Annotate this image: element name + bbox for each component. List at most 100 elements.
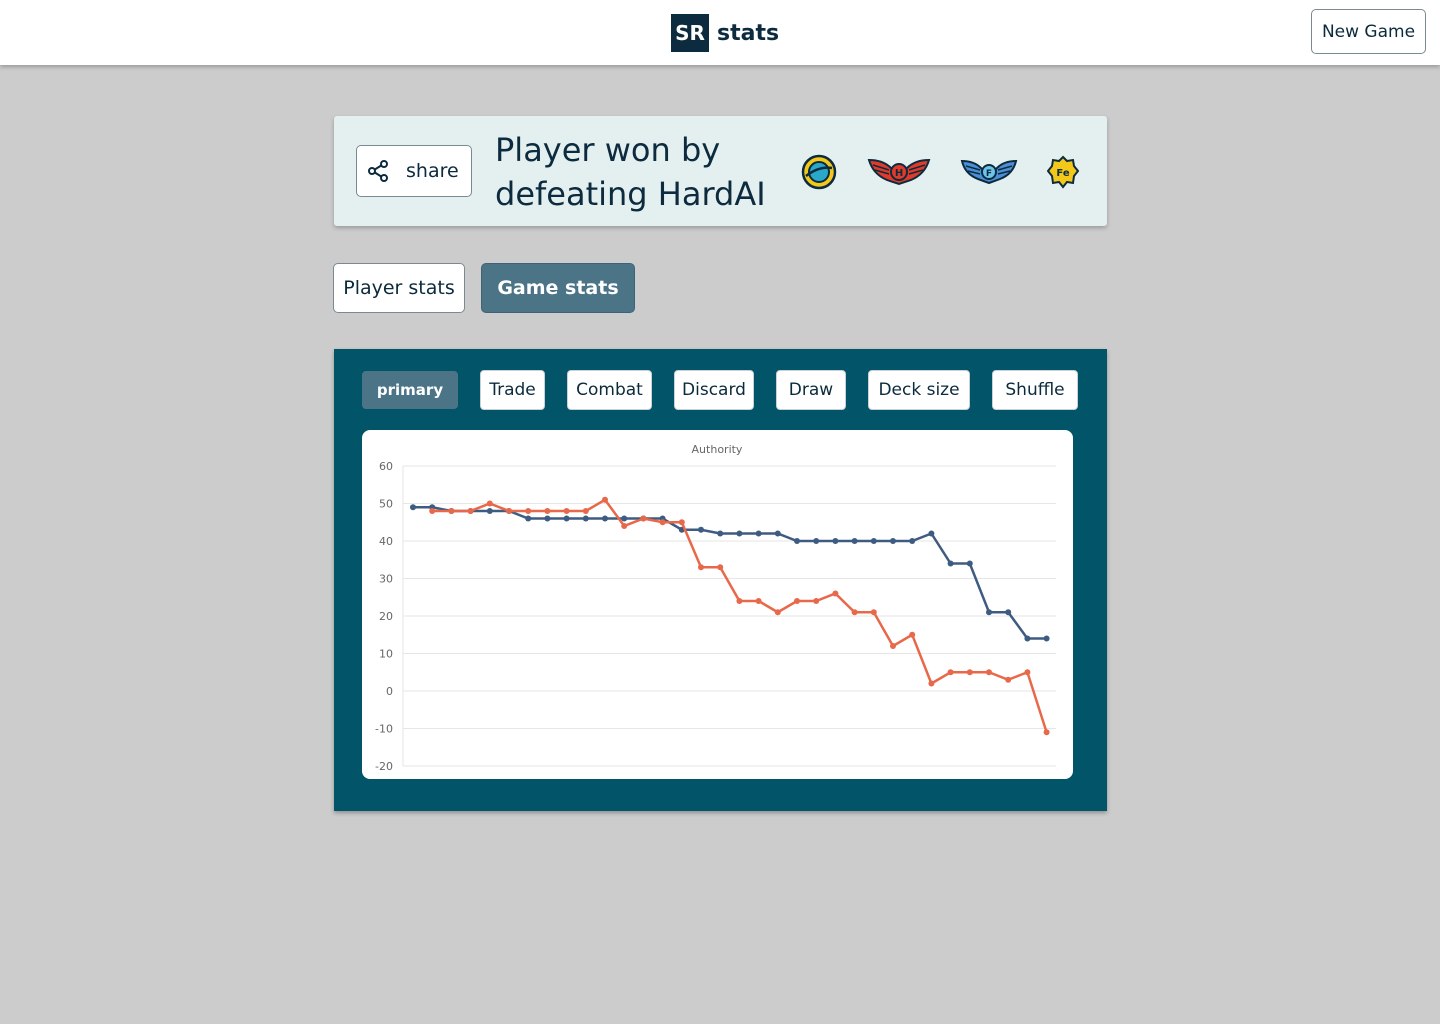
data-point[interactable] [870,538,877,544]
data-point[interactable] [832,590,839,597]
data-point[interactable] [1043,635,1050,642]
share-icon [367,160,389,182]
data-point[interactable] [525,515,532,522]
data-point[interactable] [1005,676,1012,683]
data-point[interactable] [986,669,992,676]
authority-chart: 60 50 40 30 20 10 0 -10 -20 Authority [362,430,1073,779]
y-tick-label: -20 [375,760,393,773]
data-point[interactable] [947,669,954,676]
data-point[interactable] [909,631,916,638]
data-point[interactable] [621,523,628,529]
star-empire-icon: H [867,156,931,190]
y-tick-label: -10 [375,723,393,736]
data-point[interactable] [813,538,820,544]
data-point[interactable] [851,609,858,616]
data-point[interactable] [928,530,935,537]
data-point[interactable] [1005,609,1012,616]
sub-tab-shuffle[interactable]: Shuffle [992,370,1078,410]
data-point[interactable] [794,538,800,544]
game-result-card: share Player won by defeating HardAI H F… [334,116,1107,226]
data-point[interactable] [736,598,743,604]
data-point[interactable] [1024,669,1031,676]
sub-tab-combat[interactable]: Combat [567,370,652,410]
data-point[interactable] [717,530,724,537]
data-point[interactable] [486,500,493,507]
data-point[interactable] [966,669,973,676]
data-point[interactable] [525,508,532,514]
data-point[interactable] [1043,729,1050,736]
data-point[interactable] [928,680,935,687]
data-point[interactable] [640,515,647,522]
data-point[interactable] [870,609,877,616]
data-point[interactable] [986,609,992,616]
data-point[interactable] [947,560,954,567]
data-point[interactable] [448,508,455,514]
data-point[interactable] [698,564,704,571]
data-point[interactable] [794,598,800,604]
series-line-1 [413,506,1047,640]
data-point[interactable] [755,598,762,604]
data-point[interactable] [698,526,704,533]
trade-federation-icon: F [960,157,1018,189]
data-point[interactable] [467,508,474,514]
blob-icon: Fe [1046,155,1080,193]
tab-game-stats[interactable]: Game stats [481,263,635,313]
data-point[interactable] [563,508,570,514]
data-point[interactable] [659,519,666,526]
sub-tab-primary[interactable]: primary [362,371,458,409]
new-game-button[interactable]: New Game [1311,9,1426,54]
y-tick-label: 20 [379,610,393,623]
data-point[interactable] [774,609,781,616]
data-point[interactable] [506,508,512,514]
chart-title: Authority [692,443,743,456]
sub-tab-draw[interactable]: Draw [776,370,846,410]
data-point[interactable] [602,515,608,522]
y-tick-label: 0 [386,685,393,698]
logo-text: stats [717,20,780,46]
data-point[interactable] [736,530,743,537]
game-stats-panel: primary Trade Combat Discard Draw Deck s… [334,349,1107,811]
data-point[interactable] [544,508,551,514]
y-tick-label: 40 [379,535,393,548]
data-point[interactable] [774,530,781,537]
data-point[interactable] [602,496,608,503]
sub-tab-deck-size[interactable]: Deck size [868,370,970,410]
y-tick-label: 50 [379,498,393,511]
share-label: share [406,160,459,182]
result-title: Player won by defeating HardAI [495,131,766,213]
data-point[interactable] [678,519,685,526]
data-point[interactable] [621,515,628,522]
data-point[interactable] [717,564,724,571]
machine-cult-icon [801,154,837,194]
chart-canvas: 60 50 40 30 20 10 0 -10 -20 Authority [375,443,1056,773]
data-point[interactable] [813,598,820,604]
y-tick-label: 60 [379,460,393,473]
data-point[interactable] [755,530,762,537]
data-point[interactable] [410,504,416,511]
data-point[interactable] [909,538,916,544]
data-point[interactable] [563,515,570,522]
data-point[interactable] [582,515,589,522]
data-point[interactable] [832,538,839,544]
data-point[interactable] [966,560,973,567]
y-tick-label: 30 [379,573,393,586]
data-point[interactable] [544,515,551,522]
share-button[interactable]: share [356,145,472,197]
svg-text:F: F [986,169,992,179]
logo-badge: SR [671,14,709,52]
sub-tab-discard[interactable]: Discard [674,370,754,410]
data-point[interactable] [1024,635,1031,642]
svg-text:Fe: Fe [1056,168,1069,179]
y-tick-label: 10 [379,648,393,661]
data-point[interactable] [890,643,896,649]
data-point[interactable] [582,508,589,514]
data-point[interactable] [851,538,858,544]
data-point[interactable] [890,538,896,544]
sub-tab-trade[interactable]: Trade [480,370,545,410]
data-point[interactable] [429,508,436,514]
svg-text:H: H [895,168,903,179]
top-bar: SR stats New Game [0,0,1440,65]
app-logo[interactable]: SR stats [671,14,779,52]
tab-player-stats[interactable]: Player stats [333,263,465,313]
data-point[interactable] [486,508,493,514]
